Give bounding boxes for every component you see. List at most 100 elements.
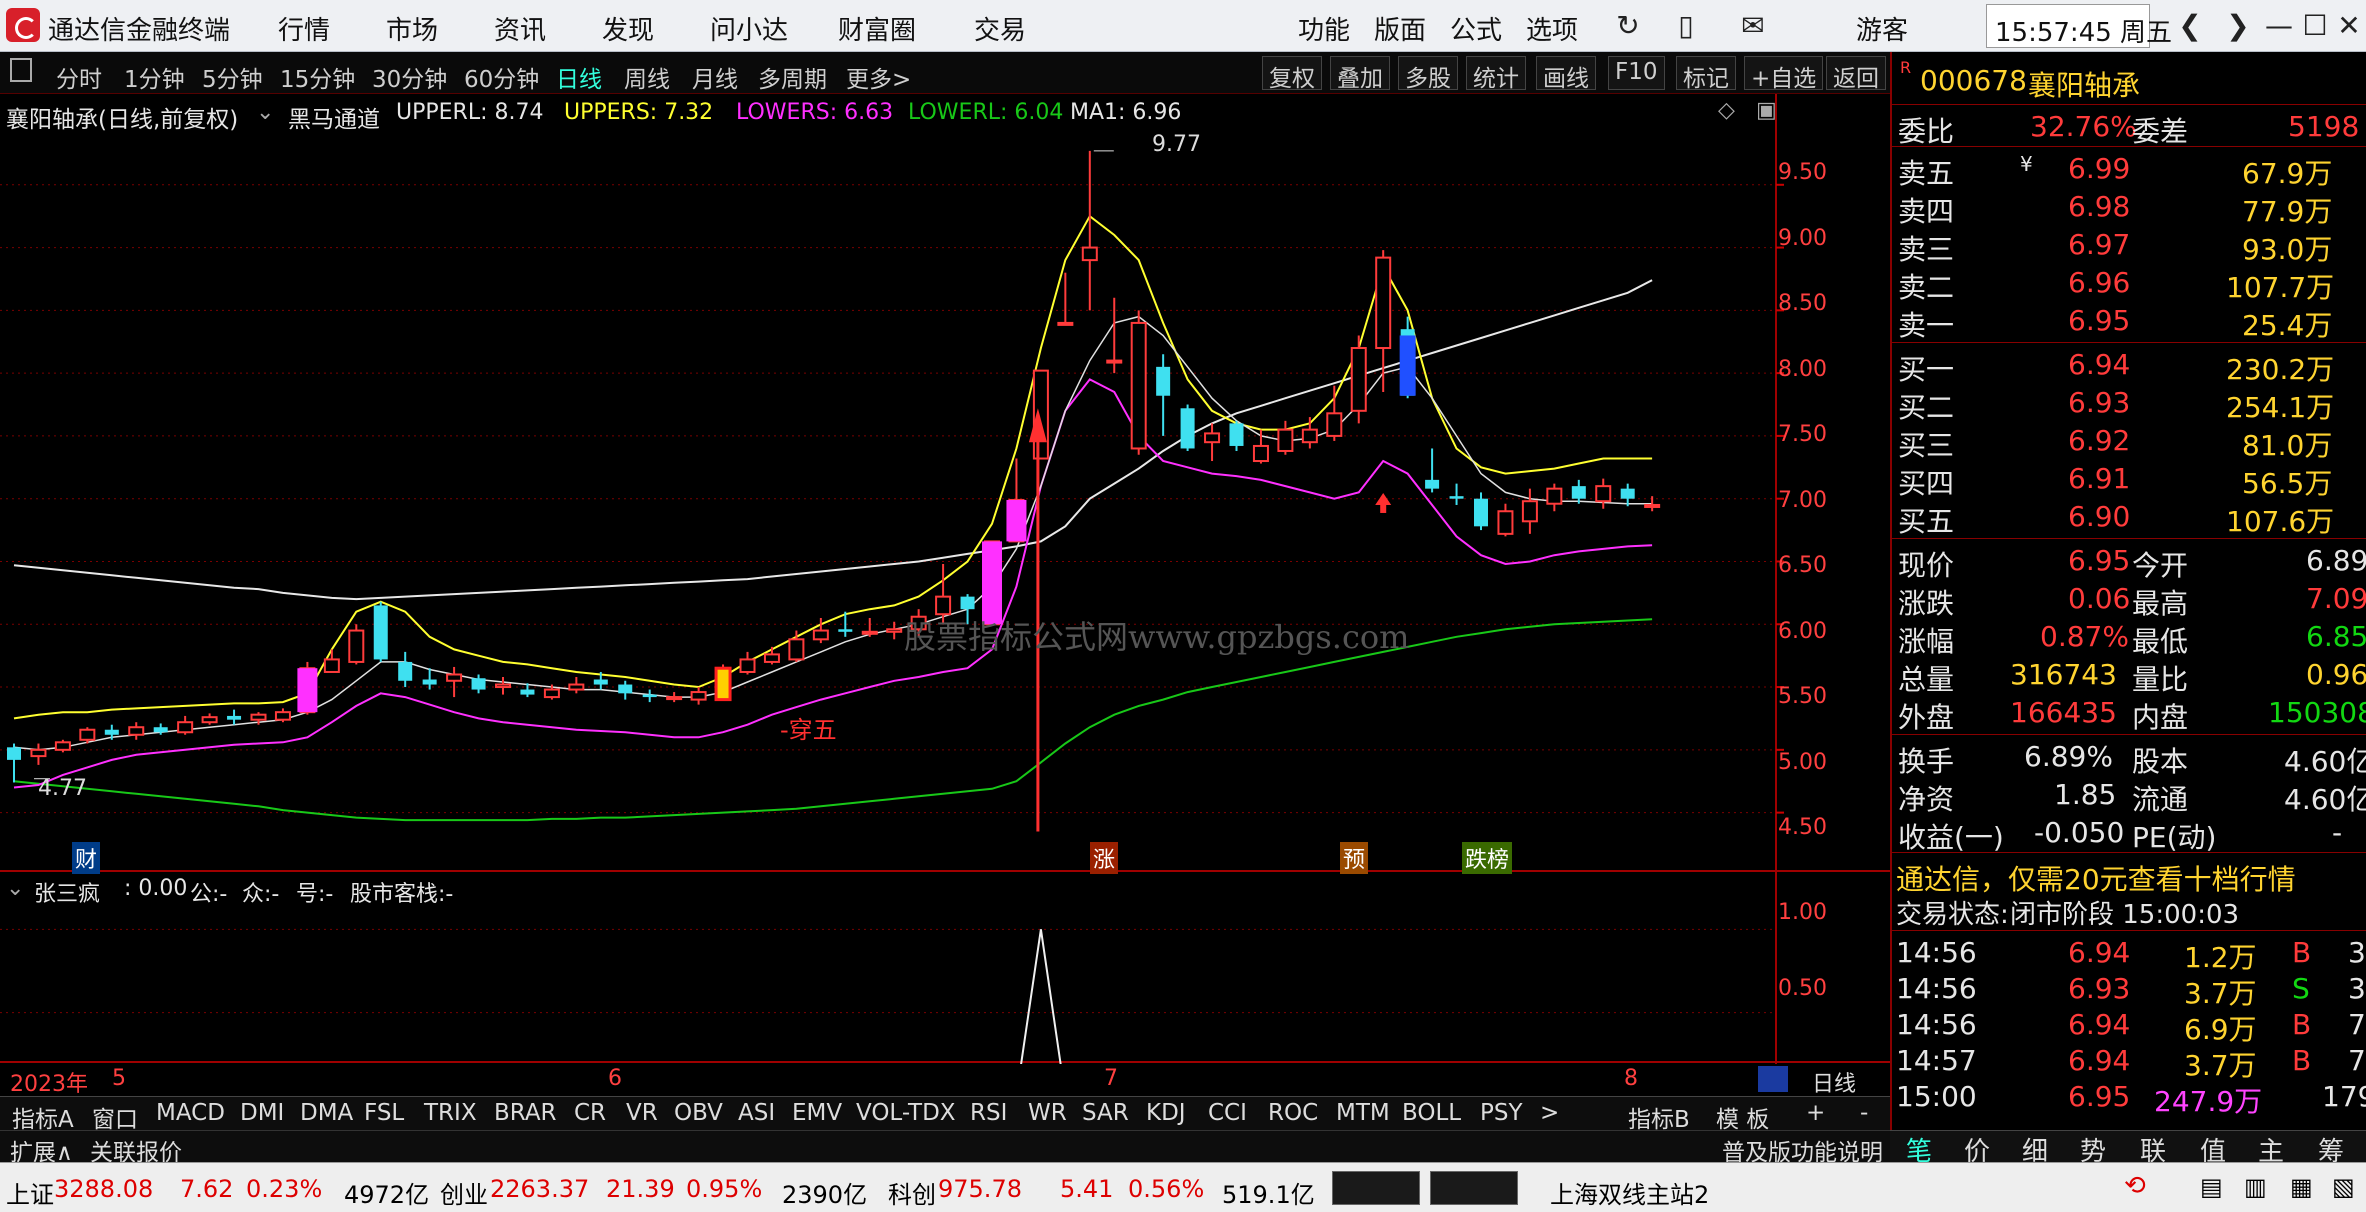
tab-indicator-b[interactable]: 指标B (1628, 1100, 1690, 1134)
period-daily[interactable]: 日线 (556, 60, 602, 94)
period-multi[interactable]: 多周期 (758, 60, 827, 94)
scroll-position-box[interactable] (1758, 1066, 1788, 1092)
tab-window[interactable]: 窗口 (92, 1100, 138, 1134)
refresh-icon[interactable]: ↻ (1608, 6, 1648, 46)
ask-row[interactable]: 卖一 6.95 25.4万 (1892, 302, 2366, 342)
tab-vr[interactable]: VR (626, 1100, 658, 1126)
event-zhang-badge[interactable]: 涨 (1090, 842, 1119, 874)
tab-plus[interactable]: + (1806, 1100, 1825, 1126)
user-label[interactable]: 游客 (1856, 10, 1908, 47)
bid-row[interactable]: 买一 6.94 230.2万 (1892, 346, 2366, 386)
menu-gongneng[interactable]: 功能 (1298, 10, 1350, 47)
menu-gongshi[interactable]: 公式 (1450, 10, 1502, 47)
tab-obv[interactable]: OBV (674, 1100, 723, 1126)
market-strength-bar-1[interactable] (1332, 1171, 1420, 1205)
market-strength-bar-2[interactable] (1430, 1171, 1518, 1205)
duogu-button[interactable]: 多股 (1398, 56, 1458, 92)
diejia-button[interactable]: 叠加 (1330, 56, 1390, 92)
fuquan-button[interactable]: 复权 (1262, 56, 1322, 92)
phone-icon[interactable]: ▯ (1666, 6, 1706, 46)
event-diebang-badge[interactable]: 跌榜 (1462, 842, 1513, 874)
f10-button[interactable]: F10 (1608, 56, 1665, 90)
kc-label[interactable]: 科创 (888, 1175, 936, 1210)
tab-roc[interactable]: ROC (1268, 1100, 1318, 1126)
server-name[interactable]: 上海双线主站2 (1550, 1175, 1709, 1210)
connection-refresh-icon[interactable]: ⟲ (2124, 1171, 2146, 1201)
tab-boll[interactable]: BOLL (1402, 1100, 1461, 1126)
tab-emv[interactable]: EMV (792, 1100, 842, 1126)
info-panel-icon[interactable]: ▥ (2244, 1173, 2267, 1201)
ask-row[interactable]: 卖二 6.96 107.7万 (1892, 264, 2366, 304)
event-cai-badge[interactable]: 财 (72, 842, 101, 874)
menu-xuanxiang[interactable]: 选项 (1526, 10, 1578, 47)
kline-chart[interactable] (0, 94, 1890, 1064)
chart-area[interactable]: 襄阳轴承(日线,前复权) ⌄ 黑马通道 UPPERL: 8.74 UPPERS:… (0, 94, 1890, 1097)
period-5min[interactable]: 5分钟 (202, 60, 263, 94)
tab-cci[interactable]: CCI (1208, 1100, 1247, 1126)
biaoji-button[interactable]: 标记 (1676, 56, 1736, 92)
sub-indicator-name[interactable]: 张三疯 (34, 876, 100, 908)
tab-mtm[interactable]: MTM (1336, 1100, 1390, 1126)
tab-template[interactable]: 模 板 (1716, 1100, 1769, 1134)
huaxian-button[interactable]: 画线 (1536, 56, 1596, 92)
forward-icon[interactable]: ❯ (2218, 6, 2258, 46)
tab-dmi[interactable]: DMI (240, 1100, 284, 1126)
period-15min[interactable]: 15分钟 (280, 60, 355, 94)
cy-label[interactable]: 创业 (440, 1175, 488, 1210)
tab-vol-tdx[interactable]: VOL-TDX (856, 1100, 956, 1126)
menu-shichang[interactable]: 市场 (386, 10, 438, 47)
event-yu-badge[interactable]: 预 (1340, 842, 1369, 874)
period-weekly[interactable]: 周线 (624, 60, 670, 94)
tab-rsi[interactable]: RSI (970, 1100, 1007, 1126)
period-60min[interactable]: 60分钟 (464, 60, 539, 94)
tab-more[interactable]: > (1540, 1100, 1559, 1126)
sub-dropdown-icon[interactable]: ⌄ (6, 876, 24, 901)
close-icon[interactable]: ✕ (2332, 6, 2366, 46)
minimize-icon[interactable]: — (2262, 6, 2296, 46)
tab-fsl[interactable]: FSL (364, 1100, 404, 1126)
indicator-dropdown-icon[interactable]: ⌄ (256, 100, 274, 125)
menu-hangqing[interactable]: 行情 (278, 10, 330, 47)
period-1min[interactable]: 1分钟 (124, 60, 185, 94)
bid-row[interactable]: 买二 6.93 254.1万 (1892, 384, 2366, 424)
period-more[interactable]: 更多> (846, 60, 911, 94)
tab-cr[interactable]: CR (574, 1100, 606, 1126)
back-icon[interactable]: ❮ (2170, 6, 2210, 46)
promo-row[interactable]: 通达信，仅需20元查看十档行情 (1892, 856, 2366, 896)
tab-minus[interactable]: - (1860, 1100, 1868, 1126)
tab-trix[interactable]: TRIX (424, 1100, 477, 1126)
window-icon[interactable]: ▤ (2200, 1173, 2223, 1201)
add-watchlist-button[interactable]: +自选 (1744, 56, 1824, 92)
tab-kdj[interactable]: KDJ (1146, 1100, 1186, 1126)
menu-caifuquan[interactable]: 财富圈 (838, 10, 916, 47)
indicator-name[interactable]: 黑马通道 (288, 100, 380, 134)
maximize-icon[interactable]: ☐ (2298, 6, 2332, 46)
tab-indicator-a[interactable]: 指标A (12, 1100, 74, 1134)
grid-icon[interactable]: ▦ (2290, 1173, 2313, 1201)
mail-icon[interactable]: ✉ (1728, 6, 1778, 46)
tab-wr[interactable]: WR (1028, 1100, 1067, 1126)
tongji-button[interactable]: 统计 (1466, 56, 1526, 92)
period-fenshi[interactable]: 分时 (56, 60, 102, 94)
return-button[interactable]: 返回 (1826, 56, 1886, 92)
period-30min[interactable]: 30分钟 (372, 60, 447, 94)
menu-zixun[interactable]: 资讯 (494, 10, 546, 47)
panel-icon[interactable]: ▣ (1756, 98, 1777, 123)
menu-wenxiaoda[interactable]: 问小达 (710, 10, 788, 47)
menu-jiaoyi[interactable]: 交易 (974, 10, 1026, 47)
ask-row[interactable]: 卖四 6.98 77.9万 (1892, 188, 2366, 228)
sh-label[interactable]: 上证 (6, 1175, 54, 1210)
tab-psy[interactable]: PSY (1480, 1100, 1523, 1126)
bid-row[interactable]: 买三 6.92 81.0万 (1892, 422, 2366, 462)
tab-brar[interactable]: BRAR (494, 1100, 557, 1126)
ask-row[interactable]: 卖三 6.97 93.0万 (1892, 226, 2366, 266)
period-monthly[interactable]: 月线 (692, 60, 738, 94)
diamond-icon[interactable]: ◇ (1718, 98, 1735, 123)
panel-toggle-icon[interactable] (10, 58, 32, 82)
bid-row[interactable]: 买四 6.91 56.5万 (1892, 460, 2366, 500)
bid-row[interactable]: 买五 6.90 107.6万 (1892, 498, 2366, 538)
tab-dma[interactable]: DMA (300, 1100, 353, 1126)
ask-row[interactable]: 卖五 ¥6.99 67.9万 (1892, 150, 2366, 190)
tab-macd[interactable]: MACD (156, 1100, 225, 1126)
menu-banmian[interactable]: 版面 (1374, 10, 1426, 47)
